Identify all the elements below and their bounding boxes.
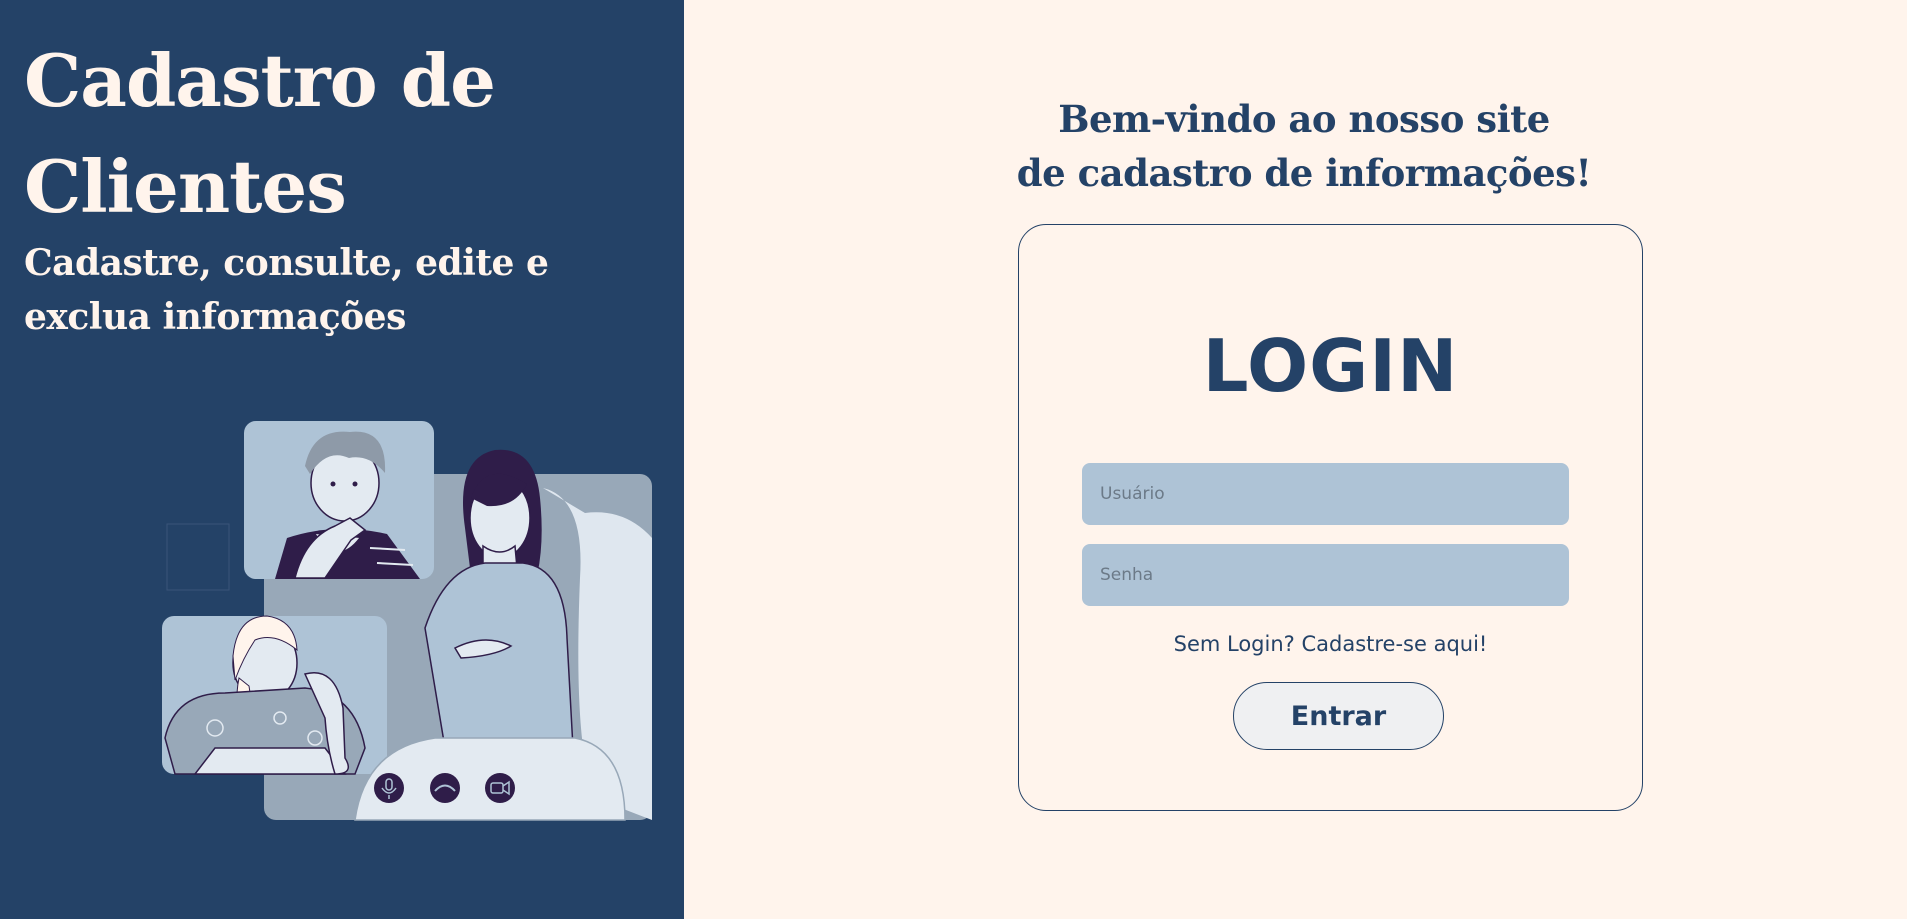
- microphone-icon: [374, 773, 404, 803]
- right-panel: Bem-vindo ao nosso site de cadastro de i…: [684, 0, 1907, 919]
- signup-link[interactable]: Sem Login? Cadastre-se aqui!: [1019, 629, 1642, 659]
- password-input[interactable]: [1082, 544, 1569, 606]
- login-title: LOGIN: [1202, 324, 1459, 408]
- login-card: LOGIN Sem Login? Cadastre-se aqui! Entra…: [1018, 224, 1643, 811]
- hero-subtitle: Cadastre, consulte, edite e exclua infor…: [24, 242, 549, 338]
- hang-up-icon: [430, 773, 460, 803]
- welcome-heading: Bem-vindo ao nosso site de cadastro de i…: [984, 92, 1624, 200]
- welcome-line-1: Bem-vindo ao nosso site: [1058, 97, 1550, 141]
- hero-title: Cadastro de Clientes: [24, 38, 496, 229]
- username-input[interactable]: [1082, 463, 1569, 525]
- welcome-line-2: de cadastro de informações!: [1016, 151, 1592, 195]
- enter-button[interactable]: Entrar: [1233, 682, 1444, 750]
- empty-frame: [166, 523, 230, 591]
- video-camera-icon: [485, 773, 515, 803]
- left-panel: Cadastro de Clientes Cadastre, consulte,…: [0, 0, 684, 919]
- video-call-illustration: [162, 421, 652, 821]
